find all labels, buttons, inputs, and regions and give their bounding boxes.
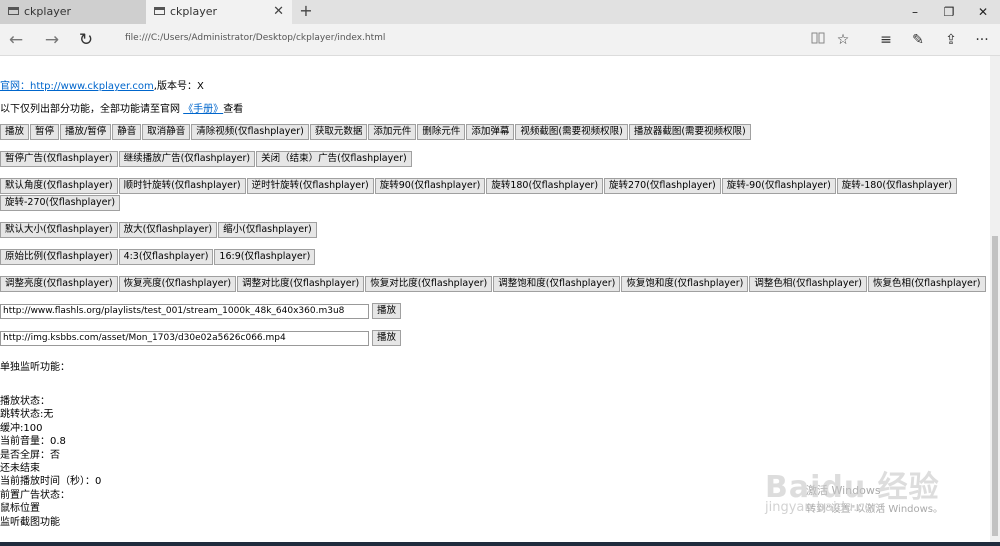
- reading-view-icon[interactable]: [806, 28, 830, 52]
- site-info: 官网：http://www.ckplayer.com,版本号：X: [0, 77, 204, 92]
- control-button[interactable]: 调整亮度(仅flashplayer): [0, 276, 118, 292]
- status-buffer: 缓冲:100: [0, 422, 43, 434]
- control-button[interactable]: 关闭（结束）广告(仅flashplayer): [256, 151, 412, 167]
- button-row-ads: 暂停广告(仅flashplayer) 继续播放广告(仅flashplayer) 关闭…: [0, 151, 990, 168]
- control-button[interactable]: 16:9(仅flashplayer): [214, 249, 316, 265]
- control-button[interactable]: 默认角度(仅flashplayer): [0, 178, 118, 194]
- button-row-rotation: 默认角度(仅flashplayer) 顺时针旋转(仅flashplayer) 逆时针…: [0, 178, 990, 212]
- control-button[interactable]: 添加弹幕: [466, 124, 515, 140]
- stream-url-input[interactable]: http://www.flashls.org/playlists/test_00…: [0, 304, 369, 319]
- taskbar-edge: [0, 542, 1000, 546]
- control-button[interactable]: 调整对比度(仅flashplayer): [237, 276, 365, 292]
- site-url-link[interactable]: http://www.ckplayer.com: [30, 81, 154, 92]
- control-button[interactable]: 暂停: [30, 124, 60, 140]
- monitor-title: 单独监听功能：: [0, 362, 70, 373]
- control-button[interactable]: 恢复对比度(仅flashplayer): [365, 276, 493, 292]
- url-field[interactable]: file:///C:/Users/Administrator/Desktop/c…: [125, 33, 385, 43]
- tab-label: ckplayer: [24, 5, 71, 18]
- tab-label: ckplayer: [170, 5, 217, 18]
- status-screenshot-listener: 监听截图功能: [0, 516, 60, 528]
- button-row-playback: 播放 暂停 播放/暂停 静音 取消静音 清除视频(仅flashplayer) 获取元数据 添加…: [0, 124, 990, 141]
- minimize-button[interactable]: –: [898, 0, 932, 24]
- share-icon[interactable]: ⇪: [939, 28, 963, 52]
- tab-inactive[interactable]: ckplayer: [0, 0, 146, 24]
- intro-prefix: 以下仅列出部分功能，全部功能请至官网: [0, 104, 180, 115]
- close-window-button[interactable]: ✕: [966, 0, 1000, 24]
- control-button[interactable]: 旋转270(仅flashplayer): [604, 178, 721, 194]
- control-button[interactable]: 旋转-90(仅flashplayer): [721, 178, 836, 194]
- status-seek-state: 跳转状态:无: [0, 409, 54, 421]
- favorite-star-icon[interactable]: ☆: [831, 28, 855, 52]
- tab-bar: ckplayer ckplayer ✕ + – ❐ ✕: [0, 0, 1000, 24]
- control-button[interactable]: 播放: [0, 124, 30, 140]
- status-play-state: 播放状态：: [0, 396, 50, 407]
- close-tab-icon[interactable]: ✕: [273, 0, 284, 24]
- status-current-time: 当前播放时间（秒）：0: [0, 476, 102, 488]
- intro-suffix: 查看: [223, 104, 244, 115]
- control-button[interactable]: 播放/暂停: [60, 124, 112, 140]
- control-button[interactable]: 调整饱和度(仅flashplayer): [493, 276, 621, 292]
- control-button[interactable]: 获取元数据: [309, 124, 368, 140]
- control-button[interactable]: 恢复色相(仅flashplayer): [867, 276, 986, 292]
- scrollbar-thumb[interactable]: [992, 236, 998, 536]
- back-icon[interactable]: ←: [4, 28, 28, 52]
- control-button[interactable]: 静音: [112, 124, 142, 140]
- baidu-watermark-url: jingyan.baidu.com: [765, 500, 885, 515]
- control-button[interactable]: 旋转-270(仅flashplayer): [0, 195, 121, 211]
- vertical-scrollbar[interactable]: [990, 56, 1000, 542]
- button-row-ratio: 原始比例(仅flashplayer) 4:3(仅flashplayer) 16:9(…: [0, 249, 990, 266]
- address-bar: ← → ↻ file:///C:/Users/Administrator/Des…: [0, 24, 1000, 56]
- control-button[interactable]: 暂停广告(仅flashplayer): [0, 151, 118, 167]
- control-button[interactable]: 旋转90(仅flashplayer): [374, 178, 486, 194]
- hub-icon[interactable]: ≡: [874, 28, 898, 52]
- status-preroll-ad: 前置广告状态：: [0, 489, 70, 501]
- status-volume: 当前音量：0.8: [0, 436, 66, 448]
- video-url-input[interactable]: http://img.ksbbs.com/asset/Mon_1703/d30e…: [0, 331, 369, 346]
- status-list: 播放状态： 跳转状态:无 缓冲:100 当前音量：0.8 是否全屏：否 还未结束…: [0, 395, 101, 529]
- status-fullscreen: 是否全屏：否: [0, 449, 60, 461]
- status-mouse-position: 鼠标位置: [0, 503, 40, 515]
- page-icon: [8, 7, 19, 15]
- control-button[interactable]: 旋转180(仅flashplayer): [486, 178, 604, 194]
- play-stream-button[interactable]: 播放: [372, 303, 402, 319]
- control-button[interactable]: 恢复亮度(仅flashplayer): [118, 276, 237, 292]
- manual-link[interactable]: 《手册》: [183, 104, 223, 115]
- control-button[interactable]: 调整色相(仅flashplayer): [749, 276, 867, 292]
- control-button[interactable]: 默认大小(仅flashplayer): [0, 222, 118, 238]
- control-button[interactable]: 缩小(仅flashplayer): [218, 222, 317, 238]
- control-button[interactable]: 取消静音: [142, 124, 191, 140]
- control-button[interactable]: 放大(仅flashplayer): [118, 222, 218, 238]
- control-button[interactable]: 逆时针旋转(仅flashplayer): [246, 178, 374, 194]
- page-icon: [154, 7, 165, 15]
- control-button[interactable]: 继续播放广告(仅flashplayer): [118, 151, 256, 167]
- site-label-link[interactable]: 官网：: [0, 81, 30, 92]
- control-button[interactable]: 原始比例(仅flashplayer): [0, 249, 118, 265]
- refresh-icon[interactable]: ↻: [74, 28, 98, 52]
- control-button[interactable]: 旋转-180(仅flashplayer): [836, 178, 957, 194]
- web-note-icon[interactable]: ✎: [906, 28, 930, 52]
- control-button[interactable]: 视频截图(需要视频权限): [515, 124, 628, 140]
- control-button[interactable]: 清除视频(仅flashplayer): [191, 124, 309, 140]
- status-ended: 还未结束: [0, 463, 40, 475]
- button-row-color: 调整亮度(仅flashplayer) 恢复亮度(仅flashplayer) 调整对比…: [0, 276, 990, 293]
- intro-text: 以下仅列出部分功能，全部功能请至官网 《手册》查看: [0, 100, 243, 115]
- play-video-button[interactable]: 播放: [372, 330, 402, 346]
- maximize-button[interactable]: ❐: [932, 0, 966, 24]
- version-text: ,版本号：X: [153, 81, 204, 92]
- control-button[interactable]: 恢复饱和度(仅flashplayer): [621, 276, 749, 292]
- more-icon[interactable]: ···: [970, 28, 994, 52]
- control-button[interactable]: 添加元件: [368, 124, 417, 140]
- tab-active[interactable]: ckplayer ✕: [146, 0, 292, 24]
- new-tab-button[interactable]: +: [296, 0, 316, 24]
- control-button[interactable]: 播放器截图(需要视频权限): [628, 124, 751, 140]
- control-button[interactable]: 删除元件: [417, 124, 466, 140]
- button-row-size: 默认大小(仅flashplayer) 放大(仅flashplayer) 缩小(仅fl…: [0, 222, 990, 239]
- control-button[interactable]: 4:3(仅flashplayer): [118, 249, 214, 265]
- forward-icon[interactable]: →: [40, 28, 64, 52]
- control-button[interactable]: 顺时针旋转(仅flashplayer): [118, 178, 246, 194]
